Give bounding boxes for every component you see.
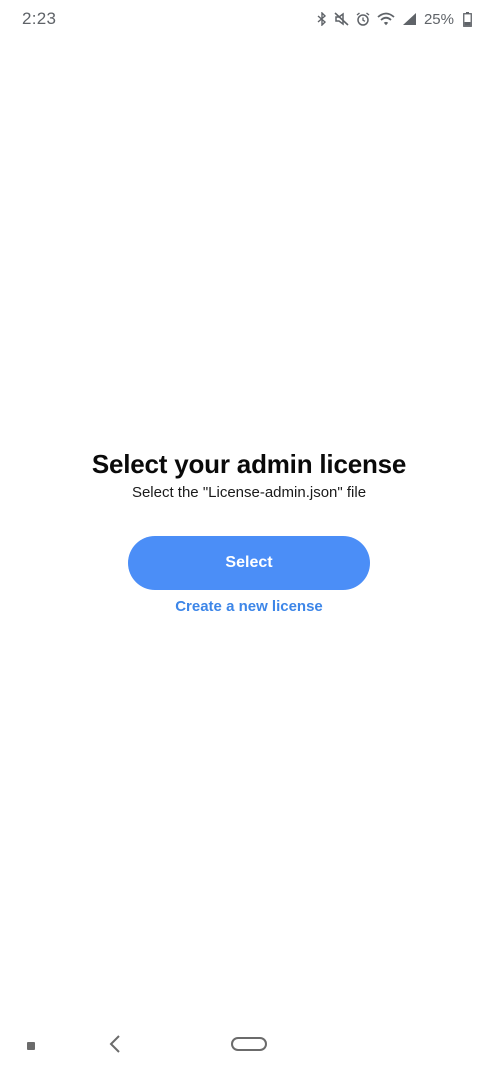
bluetooth-icon <box>317 12 327 26</box>
create-license-link[interactable]: Create a new license <box>175 596 323 618</box>
screen: 2:23 25% Select your admin license Selec… <box>0 0 498 1080</box>
recents-icon[interactable] <box>27 1042 35 1050</box>
mute-icon <box>334 12 349 26</box>
battery-percent: 25% <box>423 10 454 28</box>
select-button[interactable]: Select <box>128 536 370 590</box>
page-title: Select your admin license <box>91 449 407 479</box>
signal-icon <box>402 12 417 26</box>
back-icon[interactable] <box>108 1034 122 1059</box>
battery-icon <box>463 11 472 27</box>
home-icon[interactable] <box>231 1037 267 1051</box>
alarm-icon <box>356 12 370 26</box>
status-time: 2:23 <box>22 9 57 28</box>
navigation-bar <box>0 1022 498 1080</box>
page-subtitle: Select the "License-admin.json" file <box>131 484 367 501</box>
status-bar: 2:23 25% <box>0 0 498 38</box>
wifi-icon <box>377 12 395 26</box>
status-icons: 25% <box>317 11 472 28</box>
license-selection: Select your admin license Select the "Li… <box>0 448 498 618</box>
